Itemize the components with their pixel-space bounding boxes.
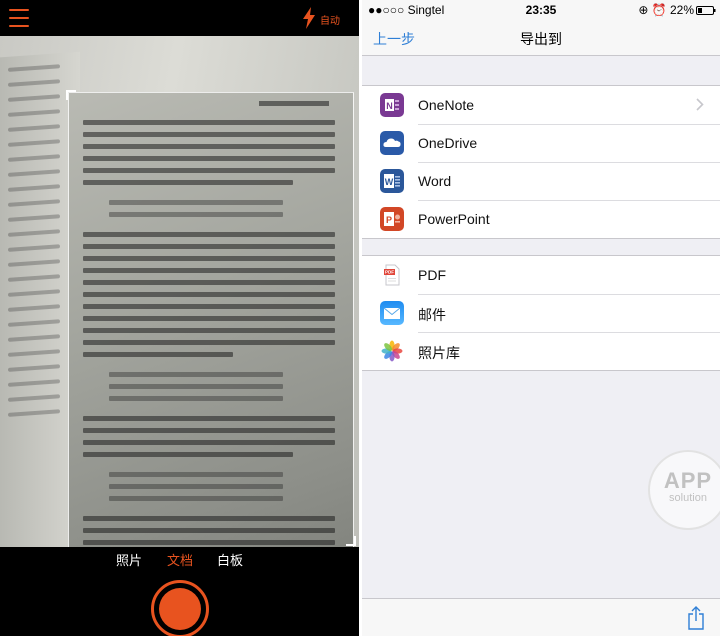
chevron-right-icon <box>696 98 704 111</box>
camera-screen: 自动 照片 文档 白板 <box>0 0 359 636</box>
onenote-icon: N <box>380 93 404 117</box>
watermark-logo: APP solution <box>648 450 720 530</box>
mode-document[interactable]: 文档 <box>167 550 193 569</box>
flash-mode-label[interactable]: 自动 <box>320 12 340 27</box>
crop-corner-top-left[interactable] <box>66 90 76 100</box>
export-row-onenote[interactable]: N OneNote <box>362 86 720 124</box>
export-label-word: Word <box>418 173 452 189</box>
export-group-office: N OneNote OneDrive W Word P PowerPoint <box>362 85 720 239</box>
svg-text:P: P <box>386 215 392 225</box>
capture-mode-selector: 照片 文档 白板 <box>0 547 359 571</box>
export-row-onedrive[interactable]: OneDrive <box>362 124 720 162</box>
export-label-photos: 照片库 <box>418 345 460 361</box>
svg-text:W: W <box>385 177 394 187</box>
shutter-button[interactable] <box>151 580 209 636</box>
powerpoint-icon: P <box>380 207 404 231</box>
share-icon[interactable] <box>686 606 706 630</box>
export-label-onenote: OneNote <box>418 97 475 113</box>
pdf-icon: PDF <box>380 263 404 287</box>
menu-icon[interactable] <box>9 9 29 27</box>
export-row-mail[interactable]: 邮件 <box>362 294 720 332</box>
export-row-powerpoint[interactable]: P PowerPoint <box>362 200 720 238</box>
export-row-pdf[interactable]: PDF PDF <box>362 256 720 294</box>
mail-icon <box>380 301 404 325</box>
export-label-pdf: PDF <box>418 267 446 283</box>
bottom-toolbar <box>362 598 720 636</box>
svg-text:N: N <box>386 101 393 111</box>
detected-document-page <box>68 92 354 547</box>
watermark-title: APP <box>663 468 713 493</box>
battery-icon <box>696 6 716 15</box>
export-label-powerpoint: PowerPoint <box>418 211 490 227</box>
export-label-mail: 邮件 <box>418 307 446 323</box>
mode-whiteboard[interactable]: 白板 <box>217 550 243 569</box>
export-group-other: PDF PDF 邮件 照片库 <box>362 255 720 371</box>
camera-top-bar: 自动 <box>0 0 359 36</box>
camera-viewfinder <box>0 36 359 547</box>
status-right: ⊕ ⏰ 22% <box>638 3 694 17</box>
photos-icon <box>380 339 404 363</box>
export-screen: ●●○○○ Singtel 23:35 ⊕ ⏰ 22% 上一步 导出到 N On… <box>362 0 720 636</box>
export-row-photos[interactable]: 照片库 <box>362 332 720 370</box>
mode-photo[interactable]: 照片 <box>116 550 142 569</box>
export-label-onedrive: OneDrive <box>418 135 478 151</box>
flash-icon[interactable] <box>302 7 316 29</box>
export-row-word[interactable]: W Word <box>362 162 720 200</box>
status-bar: ●●○○○ Singtel 23:35 ⊕ ⏰ 22% <box>362 0 720 20</box>
word-icon: W <box>380 169 404 193</box>
navigation-bar: 上一步 导出到 <box>362 20 720 56</box>
page-title: 导出到 <box>520 31 562 47</box>
shutter-button-inner <box>159 588 201 630</box>
crop-corner-bottom-right[interactable] <box>346 536 356 546</box>
svg-text:PDF: PDF <box>385 270 394 275</box>
onedrive-icon <box>380 131 404 155</box>
